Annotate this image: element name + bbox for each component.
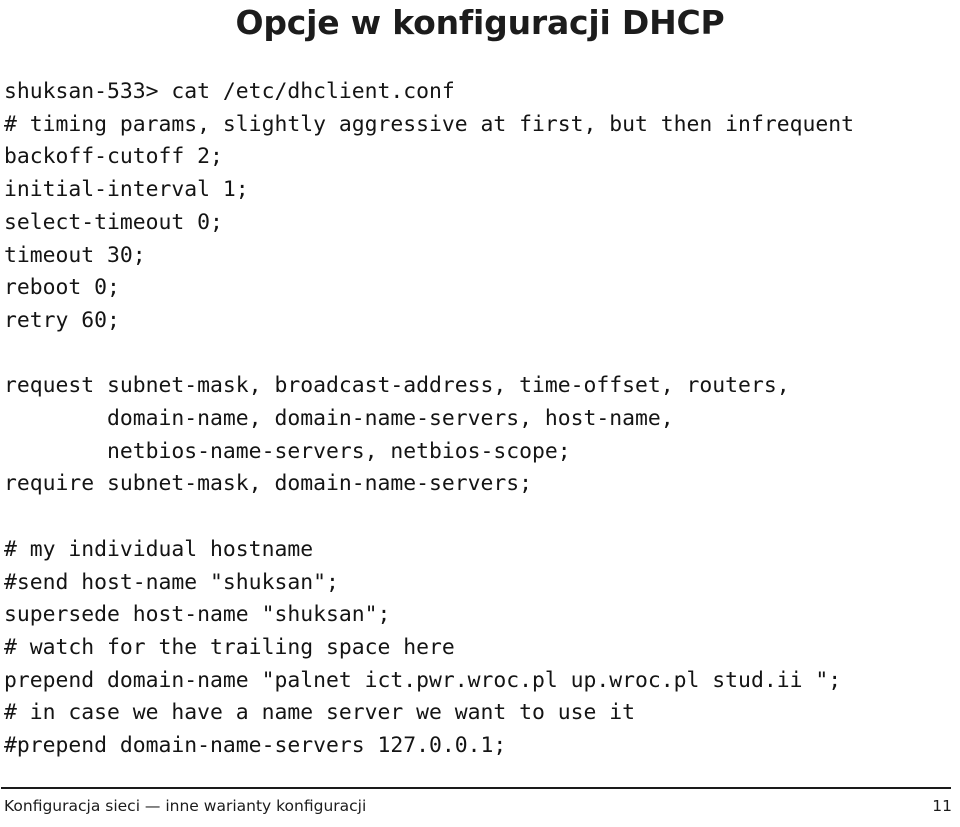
terminal-line: domain-name, domain-name-servers, host-n… [4,406,674,432]
slide: Opcje w konfiguracji DHCP shuksan-533> c… [0,0,960,827]
terminal-line: supersede host-name "shuksan"; [4,602,391,628]
terminal-line: reboot 0; [4,275,120,301]
footer-content: Konfiguracja sieci — inne warianty konfi… [0,791,960,823]
footer-divider [1,787,951,789]
page-title: Opcje w konfiguracji DHCP [235,3,725,42]
terminal-line: shuksan-533> cat /etc/dhclient.conf [4,79,455,104]
footer-page-number: 11 [932,797,952,815]
terminal-listing: shuksan-533> cat /etc/dhclient.conf # tim… [4,76,956,763]
terminal-line: backoff-cutoff 2; [4,144,223,170]
footer-section-label: Konfiguracja sieci — inne warianty konfi… [4,797,367,815]
terminal-line: initial-interval 1; [4,177,249,203]
terminal-line: #prepend domain-name-servers 127.0.0.1; [4,733,507,759]
terminal-line: # watch for the trailing space here [4,634,455,660]
terminal-line: request subnet-mask, broadcast-address, … [4,373,790,399]
terminal-line: select-timeout 0; [4,209,223,235]
terminal-line: prepend domain-name "palnet ict.pwr.wroc… [4,667,842,693]
terminal-line: # timing params, slightly aggressive at … [4,111,854,137]
terminal-line: # my individual hostname [4,536,314,562]
terminal-line: netbios-name-servers, netbios-scope; [4,438,571,464]
terminal-line: #send host-name "shuksan"; [4,569,339,595]
terminal-line: # in case we have a name server we want … [4,700,636,726]
terminal-line: timeout 30; [4,242,146,268]
slide-footer: Konfiguracja sieci — inne warianty konfi… [0,787,960,827]
terminal-line: require subnet-mask, domain-name-servers… [4,471,533,497]
terminal-line: retry 60; [4,307,120,333]
